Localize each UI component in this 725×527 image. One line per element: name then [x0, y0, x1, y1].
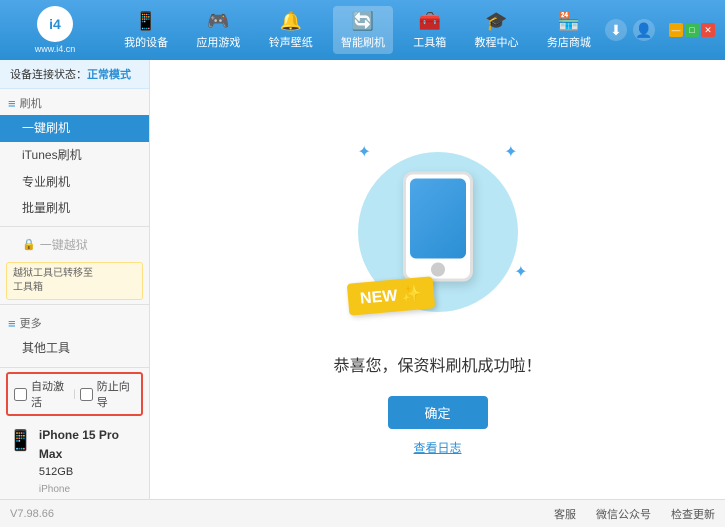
device-details: iPhone 15 Pro Max 512GB iPhone — [39, 426, 141, 498]
top-nav: i4 www.i4.cn 📱 我的设备 🎮 应用游戏 🔔 铃声壁纸 🔄 智能刷机 — [0, 0, 725, 60]
nav-service[interactable]: 🏪 务店商城 — [539, 6, 599, 54]
sidebar-item-other-tools[interactable]: 其他工具 — [0, 335, 149, 362]
sidebar-top: 设备连接状态：正常模式 ≡ 刷机 一键刷机 iTunes刷机 专业刷机 批量刷 — [0, 60, 149, 363]
notice-box: 越狱工具已转移至工具箱 — [6, 262, 143, 300]
bottom-bar: V7.98.66 客服 微信公众号 检查更新 — [0, 499, 725, 527]
logo-icon: i4 — [37, 6, 73, 42]
flash-section-icon: ≡ — [8, 96, 16, 111]
my-device-icon: 📱 — [133, 10, 159, 32]
device-type: iPhone — [39, 482, 141, 498]
maximize-button[interactable]: □ — [685, 23, 699, 37]
close-button[interactable]: ✕ — [701, 23, 715, 37]
status-bar: 设备连接状态：正常模式 — [0, 60, 149, 89]
smart-flash-icon: 🔄 — [350, 10, 376, 32]
apps-icon: 🎮 — [205, 10, 231, 32]
top-right-controls: ⬇ 👤 — □ ✕ — [605, 19, 715, 41]
minimize-button[interactable]: — — [669, 23, 683, 37]
main-content: ✦ ✦ ✦ NEW ✨ 恭喜您，保资料刷机成功啦！ 确定 查看日志 — [150, 60, 725, 527]
nav-ringtones[interactable]: 🔔 铃声壁纸 — [261, 6, 321, 54]
toolbox-icon: 🧰 — [417, 10, 443, 32]
sidebar-item-pro-flash[interactable]: 专业刷机 — [0, 169, 149, 196]
sidebar-divider-3 — [0, 367, 149, 368]
sidebar-divider-1 — [0, 226, 149, 227]
sparkle-icon-2: ✦ — [504, 142, 517, 162]
flash-section-header[interactable]: ≡ 刷机 — [0, 89, 149, 115]
auto-activate-checkbox[interactable] — [14, 388, 27, 401]
new-badge: NEW ✨ — [346, 276, 434, 315]
sparkle-icon-1: ✦ — [358, 142, 371, 162]
phone-illustration: ✦ ✦ ✦ NEW ✨ — [338, 132, 538, 332]
phone-home-button — [431, 262, 445, 276]
success-text: 恭喜您，保资料刷机成功啦！ — [333, 352, 541, 376]
sidebar-item-one-key-flash[interactable]: 一键刷机 — [0, 115, 149, 142]
wechat-link[interactable]: 微信公众号 — [596, 506, 651, 522]
user-btn[interactable]: 👤 — [633, 19, 655, 41]
download-btn[interactable]: ⬇ — [605, 19, 627, 41]
phone-screen — [410, 178, 466, 258]
nav-my-device[interactable]: 📱 我的设备 — [116, 6, 176, 54]
sidebar: 设备连接状态：正常模式 ≡ 刷机 一键刷机 iTunes刷机 专业刷机 批量刷 — [0, 60, 150, 527]
more-section-icon: ≡ — [8, 316, 16, 331]
service-icon: 🏪 — [556, 10, 582, 32]
check-update-link[interactable]: 检查更新 — [671, 506, 715, 522]
device-phone-icon: 📱 — [8, 428, 33, 453]
tutorial-icon: 🎓 — [484, 10, 510, 32]
customer-service-link[interactable]: 客服 — [554, 506, 576, 522]
ringtone-icon: 🔔 — [278, 10, 304, 32]
version-text: V7.98.66 — [10, 508, 54, 520]
nav-tutorial[interactable]: 🎓 教程中心 — [467, 6, 527, 54]
checkbox-row: 自动激活 | 防止向导 — [6, 372, 143, 416]
sidebar-divider-2 — [0, 304, 149, 305]
sparkle-icon-3: ✦ — [514, 262, 527, 282]
window-controls: — □ ✕ — [669, 23, 715, 37]
sidebar-item-itunes-flash[interactable]: iTunes刷机 — [0, 142, 149, 169]
sidebar-disabled-jailbreak: 🔒 一键越狱 — [0, 231, 149, 258]
nav-smart-flash[interactable]: 🔄 智能刷机 — [333, 6, 393, 54]
app-logo: i4 www.i4.cn — [10, 6, 100, 54]
app-window: i4 www.i4.cn 📱 我的设备 🎮 应用游戏 🔔 铃声壁纸 🔄 智能刷机 — [0, 0, 725, 527]
log-link[interactable]: 查看日志 — [413, 439, 461, 456]
device-name: iPhone 15 Pro Max — [39, 426, 141, 464]
device-storage: 512GB — [39, 464, 141, 482]
phone-body — [403, 171, 473, 281]
nav-items: 📱 我的设备 🎮 应用游戏 🔔 铃声壁纸 🔄 智能刷机 🧰 工具箱 🎓 — [110, 6, 605, 54]
more-section-header[interactable]: ≡ 更多 — [0, 309, 149, 335]
lock-icon: 🔒 — [22, 238, 36, 251]
device-info: 📱 iPhone 15 Pro Max 512GB iPhone — [0, 420, 149, 504]
nav-apps-games[interactable]: 🎮 应用游戏 — [188, 6, 248, 54]
middle-layout: 设备连接状态：正常模式 ≡ 刷机 一键刷机 iTunes刷机 专业刷机 批量刷 — [0, 60, 725, 527]
confirm-button[interactable]: 确定 — [388, 396, 488, 429]
nav-toolbox[interactable]: 🧰 工具箱 — [405, 6, 454, 54]
time-guide-checkbox[interactable] — [80, 388, 93, 401]
sidebar-item-batch-flash[interactable]: 批量刷机 — [0, 195, 149, 222]
